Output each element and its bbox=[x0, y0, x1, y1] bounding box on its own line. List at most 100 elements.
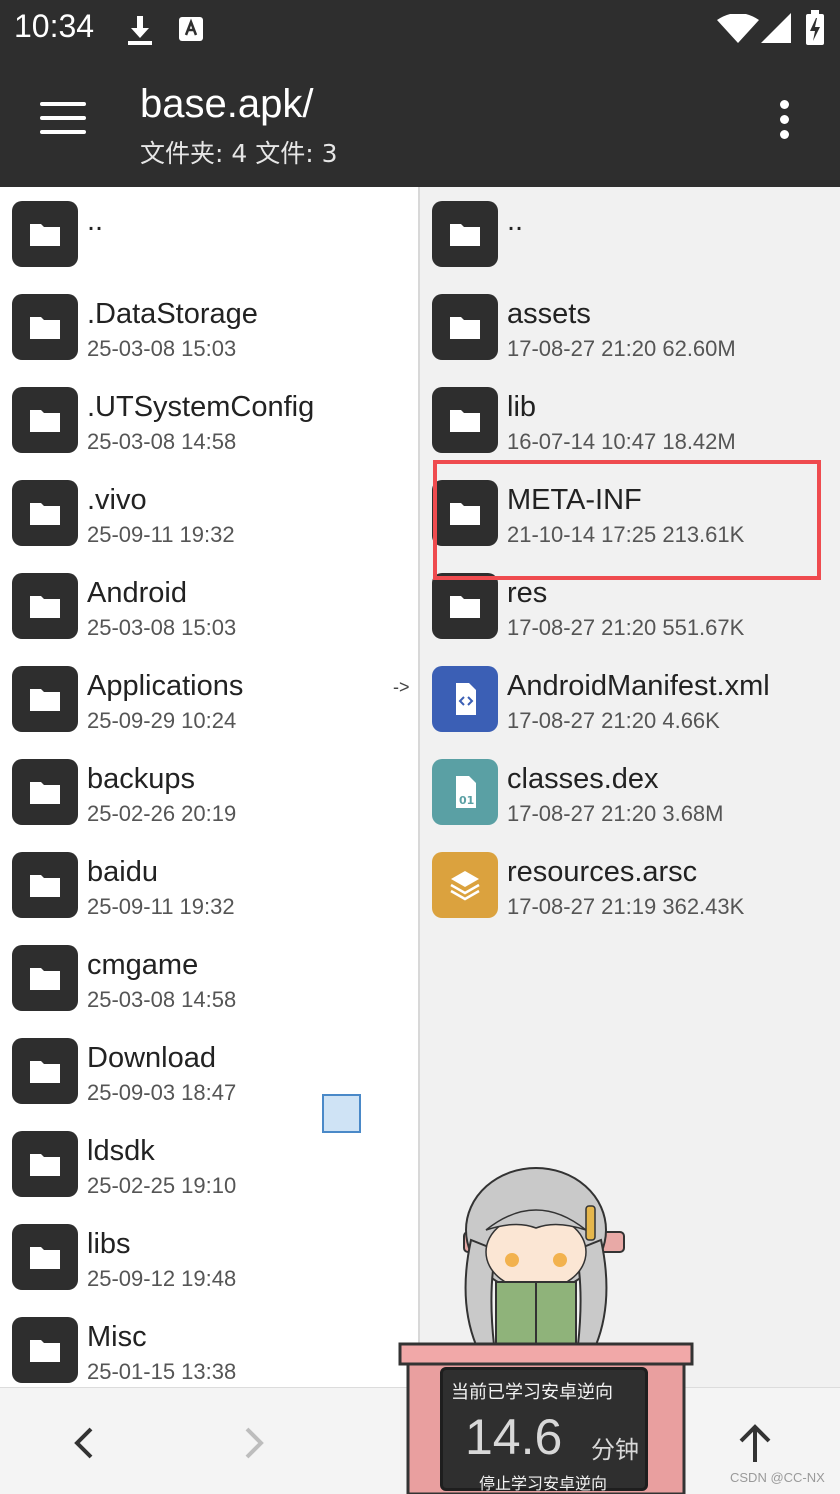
left-file-pane[interactable]: .. .DataStorage 25-03-08 15:03 .UTSystem… bbox=[0, 187, 418, 1387]
folder-icon bbox=[432, 480, 498, 546]
floating-thumbnail[interactable] bbox=[322, 1094, 361, 1133]
item-meta: 25-09-11 19:32 bbox=[87, 894, 235, 919]
list-item[interactable]: .vivo 25-09-11 19:32 bbox=[0, 466, 418, 559]
item-meta: 21-10-14 17:25 213.61K bbox=[507, 522, 745, 547]
item-name: AndroidManifest.xml bbox=[507, 670, 770, 702]
list-item-meta-inf[interactable]: META-INF 21-10-14 17:25 213.61K bbox=[420, 466, 840, 559]
more-vert-icon bbox=[779, 100, 789, 109]
folder-icon bbox=[12, 759, 78, 825]
list-item[interactable]: Android 25-03-08 15:03 bbox=[0, 559, 418, 652]
list-item[interactable]: libs 25-09-12 19:48 bbox=[0, 1210, 418, 1303]
list-item[interactable]: res 17-08-27 21:20 551.67K bbox=[420, 559, 840, 652]
download-icon bbox=[128, 16, 152, 45]
list-item[interactable]: baidu 25-09-11 19:32 bbox=[0, 838, 418, 931]
study-minutes: 14.6 bbox=[465, 1409, 563, 1465]
list-item[interactable]: backups 25-02-26 20:19 bbox=[0, 745, 418, 838]
item-name: .DataStorage bbox=[87, 298, 258, 330]
item-meta: 25-03-08 14:58 bbox=[87, 429, 237, 454]
watermark: CSDN @CC-NX bbox=[730, 1470, 825, 1485]
list-item[interactable]: .DataStorage 25-03-08 15:03 bbox=[0, 280, 418, 373]
stop-study-button[interactable]: 停止学习安卓逆向 bbox=[479, 1470, 607, 1494]
item-name: lib bbox=[507, 391, 537, 423]
folder-icon bbox=[12, 1131, 78, 1197]
item-name: Android bbox=[87, 577, 187, 609]
dex-file-icon: 01 bbox=[432, 759, 498, 825]
folder-icon bbox=[12, 1038, 78, 1104]
item-name: resources.arsc bbox=[507, 856, 698, 888]
folder-icon bbox=[432, 201, 498, 267]
folder-icon bbox=[432, 387, 498, 453]
layers-file-icon bbox=[432, 852, 498, 918]
wifi-icon bbox=[717, 14, 759, 43]
up-arrow-icon[interactable] bbox=[730, 1418, 780, 1468]
item-name: .vivo bbox=[87, 484, 147, 516]
more-options-button[interactable] bbox=[774, 100, 794, 144]
item-meta: 16-07-14 10:47 18.42M bbox=[507, 429, 736, 454]
item-name: Misc bbox=[87, 1321, 147, 1353]
list-item[interactable]: lib 16-07-14 10:47 18.42M bbox=[420, 373, 840, 466]
keyboard-notification-icon bbox=[179, 17, 203, 41]
folder-icon bbox=[12, 387, 78, 453]
page-title: base.apk/ bbox=[140, 82, 314, 126]
item-name: META-INF bbox=[507, 484, 642, 516]
study-unit: 分钟 bbox=[591, 1436, 639, 1464]
item-meta: 25-09-11 19:32 bbox=[87, 522, 235, 547]
link-arrow: -> bbox=[393, 677, 410, 697]
study-label: 当前已学习安卓逆向 bbox=[451, 1382, 613, 1403]
item-name: .. bbox=[87, 205, 104, 237]
list-item[interactable]: Applications 25-09-29 10:24 bbox=[0, 652, 418, 745]
list-item[interactable]: 01 classes.dex 17-08-27 21:20 3.68M bbox=[420, 745, 840, 838]
item-name: Download bbox=[87, 1042, 216, 1074]
page-subtitle: 文件夹: 4 文件: 3 bbox=[140, 139, 338, 168]
list-item[interactable]: .. bbox=[0, 187, 418, 280]
folder-icon bbox=[12, 1224, 78, 1290]
list-item[interactable]: Misc 25-01-15 13:38 bbox=[0, 1303, 418, 1387]
item-meta: 17-08-27 21:19 362.43K bbox=[507, 894, 745, 919]
folder-icon bbox=[432, 294, 498, 360]
item-meta: 17-08-27 21:20 4.66K bbox=[507, 708, 720, 733]
item-meta: 25-09-12 19:48 bbox=[87, 1266, 237, 1291]
status-time: 10:34 bbox=[14, 8, 95, 44]
item-name: .. bbox=[507, 205, 524, 237]
item-name: ldsdk bbox=[87, 1135, 155, 1167]
folder-icon bbox=[12, 852, 78, 918]
item-meta: 25-03-08 14:58 bbox=[87, 987, 237, 1012]
item-meta: 25-03-08 15:03 bbox=[87, 615, 237, 640]
battery-icon bbox=[806, 10, 824, 45]
item-meta: 25-09-03 18:47 bbox=[87, 1080, 237, 1105]
folder-icon bbox=[12, 573, 78, 639]
folder-icon bbox=[12, 1317, 78, 1383]
item-meta: 17-08-27 21:20 62.60M bbox=[507, 336, 736, 361]
menu-button[interactable] bbox=[40, 102, 88, 142]
list-item[interactable]: AndroidManifest.xml 17-08-27 21:20 4.66K bbox=[420, 652, 840, 745]
item-meta: 25-02-26 20:19 bbox=[87, 801, 237, 826]
item-name: classes.dex bbox=[507, 763, 659, 795]
item-name: libs bbox=[87, 1228, 131, 1260]
list-item[interactable]: .UTSystemConfig 25-03-08 14:58 bbox=[0, 373, 418, 466]
list-item[interactable]: .. bbox=[420, 187, 840, 280]
folder-icon bbox=[12, 294, 78, 360]
item-name: Applications bbox=[87, 670, 244, 702]
status-bar: 10:34 bbox=[0, 0, 840, 60]
list-item[interactable]: resources.arsc 17-08-27 21:19 362.43K bbox=[420, 838, 840, 931]
folder-icon bbox=[12, 480, 78, 546]
item-meta: 17-08-27 21:20 3.68M bbox=[507, 801, 724, 826]
list-item[interactable]: assets 17-08-27 21:20 62.60M bbox=[420, 280, 840, 373]
item-meta: 25-01-15 13:38 bbox=[87, 1359, 237, 1384]
signal-icon bbox=[761, 13, 791, 43]
item-name: backups bbox=[87, 763, 196, 795]
item-name: assets bbox=[507, 298, 591, 330]
item-name: baidu bbox=[87, 856, 158, 888]
back-arrow-icon[interactable] bbox=[60, 1418, 110, 1468]
folder-icon bbox=[12, 666, 78, 732]
item-meta: 25-09-29 10:24 bbox=[87, 708, 237, 733]
forward-arrow-icon[interactable] bbox=[228, 1418, 278, 1468]
list-item[interactable]: cmgame 25-03-08 14:58 bbox=[0, 931, 418, 1024]
item-name: .UTSystemConfig bbox=[87, 391, 315, 423]
hamburger-icon bbox=[40, 102, 86, 106]
folder-icon bbox=[12, 945, 78, 1011]
item-meta: 25-03-08 15:03 bbox=[87, 336, 237, 361]
item-meta: 17-08-27 21:20 551.67K bbox=[507, 615, 745, 640]
folder-icon bbox=[432, 573, 498, 639]
folder-icon bbox=[12, 201, 78, 267]
